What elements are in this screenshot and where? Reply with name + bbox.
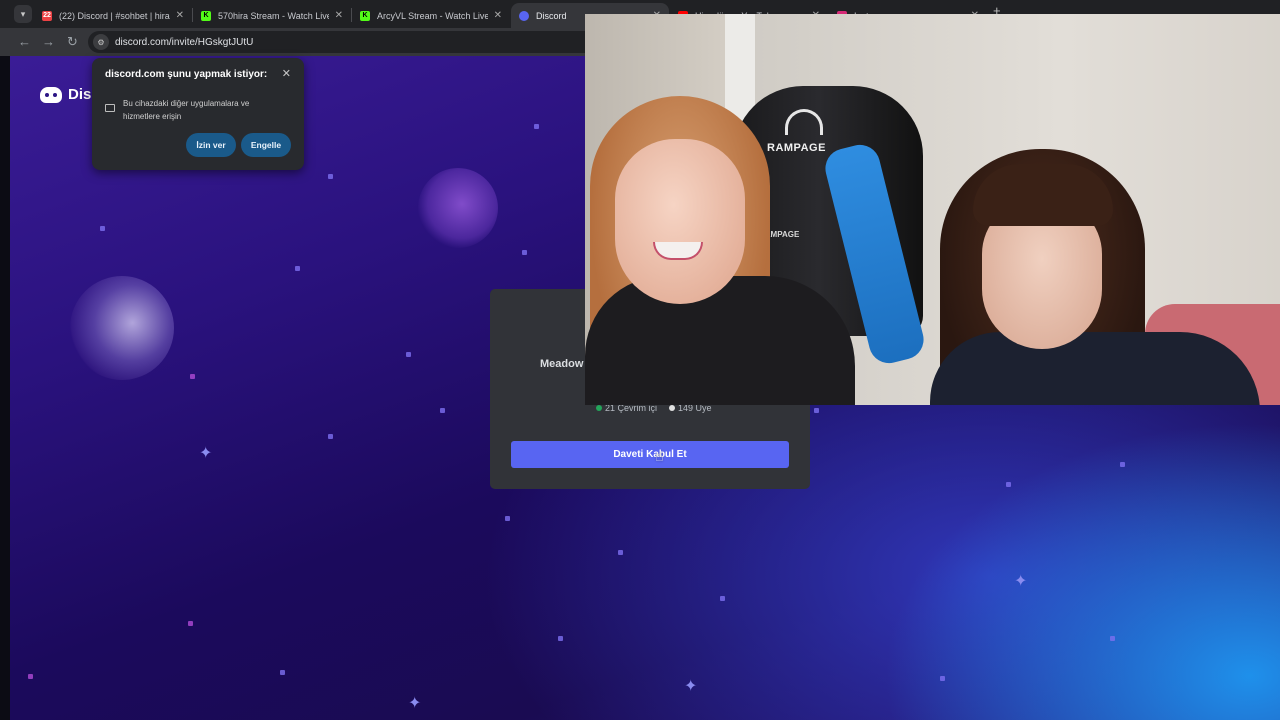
star-decoration bbox=[1110, 636, 1115, 641]
close-tab-icon[interactable]: ✕ bbox=[335, 10, 343, 21]
star-decoration bbox=[814, 408, 819, 413]
block-button[interactable]: Engelle bbox=[241, 133, 291, 157]
tab-570hira-stream[interactable]: K 570hira Stream - Watch Live on ✕ bbox=[193, 3, 351, 28]
permission-popup: discord.com şunu yapmak istiyor: ✕ Bu ci… bbox=[92, 58, 304, 170]
hand-cursor-icon: ☝ bbox=[655, 448, 664, 464]
discord-icon bbox=[519, 10, 529, 21]
person-left-face bbox=[615, 139, 745, 304]
star-decoration bbox=[1006, 482, 1011, 487]
star-decoration bbox=[328, 434, 333, 439]
star-decoration bbox=[440, 408, 445, 413]
star-decoration bbox=[558, 636, 563, 641]
star-decoration bbox=[28, 674, 33, 679]
star-decoration bbox=[534, 124, 539, 129]
accept-invite-button[interactable]: Daveti Kabul Et bbox=[511, 441, 789, 468]
star-decoration bbox=[406, 352, 411, 357]
tab-title: (22) Discord | #sohbet | hira bbox=[59, 10, 170, 21]
discord-icon bbox=[40, 86, 62, 103]
tab-search-button[interactable]: ▾ bbox=[14, 5, 32, 23]
star-decoration bbox=[328, 174, 333, 179]
sparkle-decoration: ✦ bbox=[1014, 573, 1028, 590]
star-decoration bbox=[280, 670, 285, 675]
brand-wordmark: Dis bbox=[68, 86, 92, 103]
chair-brand-text: RAMPAGE bbox=[767, 142, 826, 154]
discord-badge-icon: 22 bbox=[42, 10, 52, 21]
site-info-icon[interactable]: ⚙ bbox=[93, 34, 109, 50]
sparkle-decoration: ✦ bbox=[199, 445, 213, 462]
kick-icon: K bbox=[201, 10, 211, 21]
tab-title: ArcyVL Stream - Watch Live on bbox=[377, 10, 488, 21]
star-decoration bbox=[618, 550, 623, 555]
star-decoration bbox=[1120, 462, 1125, 467]
url-text: discord.com/invite/HGskgtJUtU bbox=[115, 36, 254, 48]
popup-title: discord.com şunu yapmak istiyor: bbox=[105, 69, 268, 80]
close-icon[interactable]: ✕ bbox=[282, 67, 291, 80]
popup-description: Bu cihazdaki diğer uygulamalara ve hizme… bbox=[123, 99, 250, 121]
kick-icon: K bbox=[360, 10, 370, 21]
forward-arrow-icon[interactable]: → bbox=[42, 34, 55, 50]
discord-logo[interactable]: Dis bbox=[40, 86, 91, 103]
star-decoration bbox=[720, 596, 725, 601]
reload-icon[interactable]: ↻ bbox=[67, 34, 78, 50]
chevron-down-icon: ▾ bbox=[20, 8, 26, 19]
online-dot-icon bbox=[596, 405, 602, 411]
allow-button[interactable]: İzin ver bbox=[186, 133, 236, 157]
member-dot-icon bbox=[669, 405, 676, 411]
star-decoration bbox=[188, 621, 193, 626]
planet-decoration bbox=[70, 276, 174, 380]
potion-decoration bbox=[418, 168, 498, 248]
person-left-body bbox=[585, 276, 855, 405]
star-decoration bbox=[190, 374, 195, 379]
screen: ▾ 22 (22) Discord | #sohbet | hira ✕ K 5… bbox=[0, 0, 1280, 720]
star-decoration bbox=[940, 676, 945, 681]
sparkle-decoration: ✦ bbox=[408, 695, 422, 712]
star-decoration bbox=[505, 516, 510, 521]
tab-arcyvl-stream[interactable]: K ArcyVL Stream - Watch Live on ✕ bbox=[352, 3, 510, 28]
webcam-overlay: RAMPAGE RAMPAGE bbox=[585, 14, 1280, 405]
monitor-icon bbox=[105, 104, 115, 112]
sparkle-decoration: ✦ bbox=[684, 678, 698, 695]
close-tab-icon[interactable]: ✕ bbox=[176, 10, 184, 21]
person-right-body bbox=[930, 332, 1260, 405]
star-decoration bbox=[100, 226, 105, 231]
back-arrow-icon[interactable]: ← bbox=[18, 34, 31, 50]
star-decoration bbox=[295, 266, 300, 271]
star-decoration bbox=[522, 250, 527, 255]
close-tab-icon[interactable]: ✕ bbox=[494, 10, 502, 21]
tab-discord-sohbet[interactable]: 22 (22) Discord | #sohbet | hira ✕ bbox=[34, 3, 192, 28]
tab-title: 570hira Stream - Watch Live on bbox=[218, 10, 329, 21]
person-right-bangs bbox=[973, 164, 1113, 226]
